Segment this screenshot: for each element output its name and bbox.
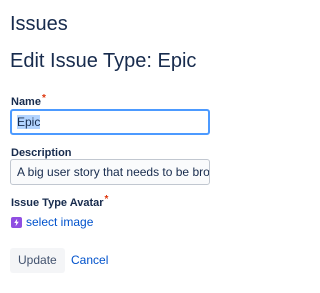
page-title: Issues — [10, 13, 68, 35]
cancel-link[interactable]: Cancel — [71, 248, 108, 273]
form-title: Edit Issue Type: Epic — [10, 50, 197, 72]
required-marker: * — [41, 93, 46, 104]
name-input[interactable]: Epic — [10, 109, 210, 135]
avatar-label-text: Issue Type Avatar — [11, 197, 104, 209]
description-label-text: Description — [11, 147, 72, 159]
description-input-value: A big user story that needs to be broken… — [17, 165, 210, 179]
epic-lightning-icon — [11, 216, 22, 228]
name-label-text: Name — [11, 96, 41, 108]
description-field-label: Description — [11, 146, 72, 160]
required-marker: * — [104, 194, 109, 205]
name-input-value: Epic — [17, 115, 41, 129]
select-image-link[interactable]: select image — [26, 215, 93, 229]
description-input[interactable]: A big user story that needs to be broken… — [10, 159, 210, 185]
avatar-selector: select image — [11, 214, 93, 230]
avatar-field-label: Issue Type Avatar* — [11, 194, 109, 210]
update-button[interactable]: Update — [10, 248, 65, 273]
name-field-label: Name* — [11, 93, 46, 109]
